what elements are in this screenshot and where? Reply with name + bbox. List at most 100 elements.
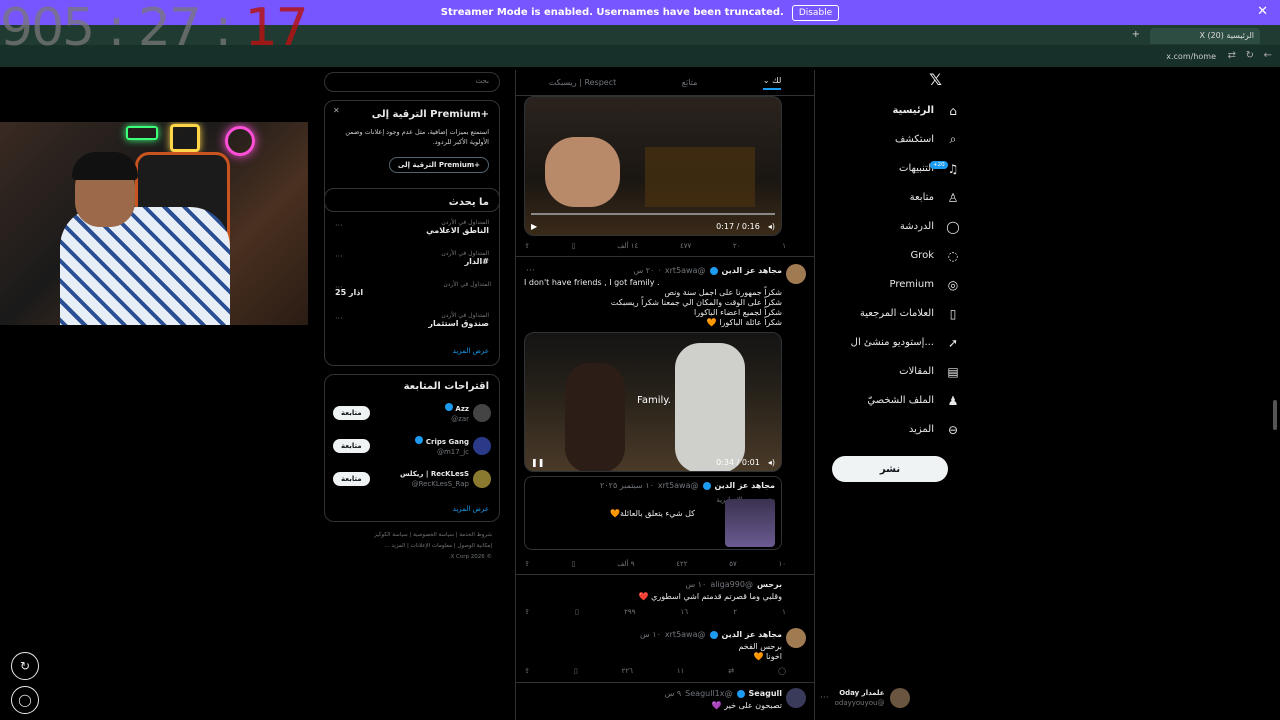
sidebar-item[interactable]: الملف الشخصيّ ♟ [820, 386, 960, 415]
sidebar-item[interactable]: الدردشة ◯ [820, 212, 960, 241]
follow-button[interactable]: متابعة [333, 439, 370, 453]
footer-line[interactable]: إمكانية الوصول | معلومات الإعلانات | الم… [324, 541, 492, 552]
more-icon[interactable]: ··· [335, 283, 343, 292]
refresh-icon[interactable]: ↻ [11, 652, 39, 680]
suggestion-row[interactable]: متابعة Azz @zar [333, 399, 491, 427]
video-progress[interactable] [531, 213, 775, 215]
follow-button[interactable]: متابعة [333, 406, 370, 420]
post-time[interactable]: ١٠ س [685, 580, 706, 589]
sidebar-item[interactable]: استكشف ⌕ [820, 125, 960, 154]
volume-icon[interactable]: ◂) [768, 458, 775, 467]
suggestion-row[interactable]: متابعة Crips Gang @m17_jc [333, 432, 491, 460]
avatar[interactable] [473, 404, 491, 422]
sidebar-item[interactable]: متابعة ♙ [820, 183, 960, 212]
share-icon[interactable]: ⇪ [524, 667, 530, 675]
sidebar-item[interactable]: Grok ◌ [820, 241, 960, 270]
sidebar-item[interactable]: المقالات ▤ [820, 357, 960, 386]
reply-count[interactable]: ١ [782, 242, 786, 250]
quote-tweet[interactable]: مجاهد عز الدين@xrt5awa١٠ سبتمبر ٢٠٢٥ متر… [524, 476, 782, 550]
author-name[interactable]: برحس [757, 580, 782, 589]
search-input[interactable]: بحث [324, 72, 500, 92]
share-icon[interactable]: ⇪ [524, 560, 530, 568]
more-icon[interactable]: ··· [335, 252, 343, 261]
more-icon[interactable]: ··· [820, 693, 829, 703]
share-icon[interactable]: ⇪ [524, 608, 530, 616]
url-text[interactable]: x.com/home [1166, 52, 1216, 61]
like-count[interactable]: ١١ [677, 667, 685, 675]
author-name[interactable]: مجاهد عز الدين [722, 266, 782, 275]
chat-bubble-icon[interactable]: ◯ [11, 686, 39, 714]
settings-icon[interactable]: ⇄ [1228, 50, 1236, 61]
close-icon[interactable]: ✕ [333, 106, 340, 115]
bookmark-icon[interactable]: ▯ [575, 608, 579, 616]
avatar[interactable] [786, 628, 806, 648]
sidebar-item[interactable]: المزيد ⊖ [820, 415, 960, 444]
reply-count[interactable]: ١٠ [778, 560, 786, 568]
play-icon[interactable]: ▶ [531, 222, 537, 231]
more-icon[interactable]: ··· [335, 221, 343, 230]
footer-line[interactable]: شروط الخدمة | سياسة الخصوصية | سياسة الك… [324, 530, 492, 541]
pause-icon[interactable]: ❚❚ [531, 458, 544, 467]
retweet-count[interactable]: ٥٧ [729, 560, 737, 568]
volume-icon[interactable]: ◂) [768, 222, 775, 231]
bookmark-icon[interactable]: ▯ [572, 560, 576, 568]
video-player[interactable]: ▶ 0:17 / 0:16 ◂) [524, 96, 782, 236]
avatar[interactable] [473, 470, 491, 488]
author-name[interactable]: مجاهد عز الدين [722, 630, 782, 639]
reply-count[interactable]: ١ [782, 608, 786, 616]
trend-item[interactable]: المتداول في الأردن اذار 25 [335, 281, 491, 297]
account-switcher[interactable]: علمدار Oday @odayyouyou ··· [820, 684, 945, 712]
author-name[interactable]: Seagull [749, 689, 783, 698]
sidebar-item[interactable]: الرئيسية ⌂ [820, 96, 960, 125]
suggestion-row[interactable]: متابعة ريكلس | RecKLesS @RecKLesS_Rap [333, 465, 491, 493]
avatar[interactable] [786, 688, 806, 708]
tab-respect[interactable]: Respect | ريسبكت [549, 78, 617, 87]
trend-item[interactable]: المتداول في الأردن #الدار [441, 250, 489, 266]
bookmark-icon[interactable]: ▯ [574, 667, 578, 675]
close-icon[interactable]: ✕ [1257, 4, 1268, 19]
more-icon[interactable]: ··· [526, 266, 535, 276]
share-icon[interactable]: ⇪ [524, 242, 530, 250]
trend-item[interactable]: المتداول في الأردن صندوق استثمار [428, 312, 489, 328]
premium-button[interactable]: الترقية إلى Premium+ [388, 157, 489, 173]
sidebar-item[interactable]: إستوديو منشئ ال... ➚ [820, 328, 960, 357]
avatar[interactable] [786, 264, 806, 284]
retweet-count[interactable]: ٢ [733, 608, 737, 616]
browser-tab[interactable]: الرئيسية X (20) [1150, 28, 1260, 44]
like-count[interactable]: ١٦ [681, 608, 689, 616]
author-handle[interactable]: @xrt5awa [665, 630, 706, 639]
post-time[interactable]: ١٠ س [640, 630, 661, 639]
like-count[interactable]: ٤٧٧ [680, 242, 691, 250]
avatar[interactable] [473, 437, 491, 455]
scrollbar[interactable] [1273, 400, 1277, 430]
post-time[interactable]: ٢٠ س [633, 266, 654, 275]
bookmark-icon[interactable]: ▯ [572, 242, 576, 250]
new-tab-icon[interactable]: + [1132, 29, 1140, 40]
author-handle[interactable]: @aliga990 [710, 580, 753, 589]
video-player[interactable]: Family. ❚❚ 0:34 / 0:01 ◂) [524, 332, 782, 472]
retweet-icon[interactable]: ⇄ [728, 667, 734, 675]
show-more-link[interactable]: عرض المزيد [453, 347, 489, 355]
more-icon[interactable]: ··· [335, 314, 343, 323]
sidebar-item[interactable]: Premium ◎ [820, 270, 960, 299]
reload-icon[interactable]: ↻ [1246, 50, 1254, 61]
author-handle[interactable]: @Seagull1x [685, 689, 732, 698]
trend-item[interactable]: المتداول في الأردن الناطق الاعلامي [426, 219, 489, 235]
views-count[interactable]: ١٤ ألف [617, 242, 638, 250]
views-count[interactable]: ٢٢٦ [622, 667, 633, 675]
sidebar-item[interactable]: العلامات المرجعية ▯ [820, 299, 960, 328]
disable-button[interactable]: Disable [791, 4, 840, 21]
tab-for-you[interactable]: لك ⌄ [762, 76, 782, 90]
post-button[interactable]: نشر [832, 456, 948, 482]
show-more-link[interactable]: عرض المزيد [453, 505, 489, 513]
post-time[interactable]: ٩ س [665, 689, 682, 698]
back-icon[interactable]: ← [1264, 50, 1272, 61]
views-count[interactable]: ٢٩٩ [624, 608, 635, 616]
tab-following[interactable]: متابَع [682, 78, 698, 87]
like-count[interactable]: ٤٢٢ [676, 560, 687, 568]
x-logo-icon[interactable]: 𝕏 [820, 70, 960, 96]
follow-button[interactable]: متابعة [333, 472, 370, 486]
reply-icon[interactable]: ◯ [778, 667, 786, 675]
author-handle[interactable]: @xrt5awa [665, 266, 706, 275]
retweet-count[interactable]: ٢٠ [733, 242, 741, 250]
